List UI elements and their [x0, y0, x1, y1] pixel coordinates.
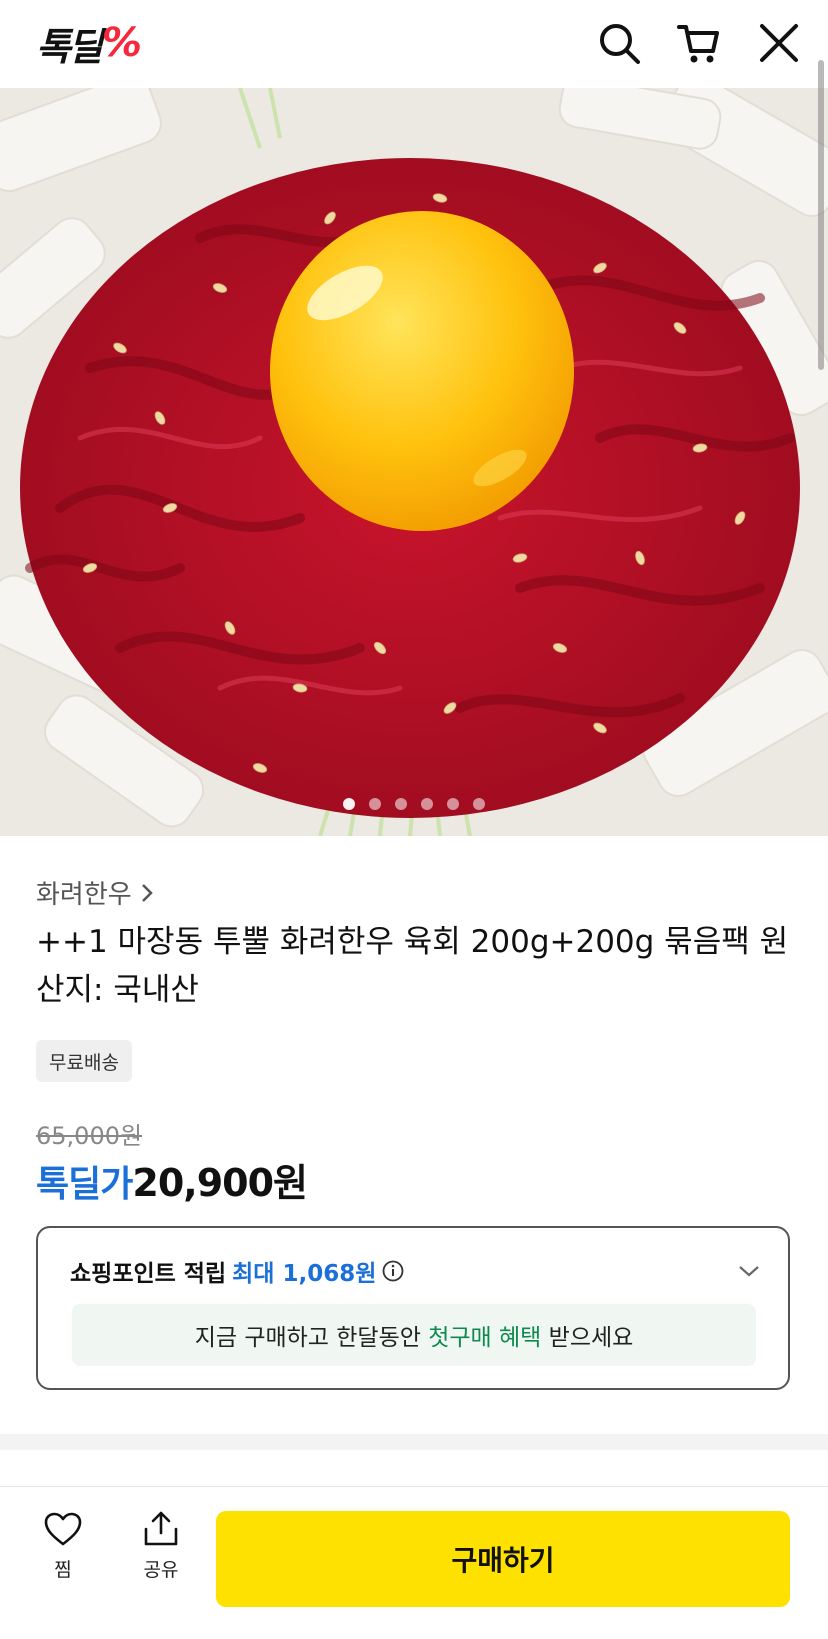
point-max: 최대 1,068원: [232, 1261, 377, 1287]
search-icon[interactable]: [596, 20, 642, 66]
price-row: 톡딜가 20,900원: [36, 1152, 308, 1207]
buy-button[interactable]: 구매하기: [216, 1511, 790, 1607]
carousel-dot[interactable]: [343, 798, 355, 810]
share-label: 공유: [143, 1559, 179, 1581]
carousel-dot[interactable]: [369, 798, 381, 810]
close-icon[interactable]: [756, 20, 802, 66]
sale-price: 20,900원: [132, 1161, 308, 1205]
top-header: 톡딜 %: [0, 0, 828, 88]
first-purchase-banner[interactable]: 지금 구매하고 한달동안 첫구매 혜택 받으세요: [72, 1304, 756, 1366]
chevron-right-icon: [141, 883, 153, 902]
product-image: [0, 88, 828, 836]
logo-mark: %: [101, 20, 142, 66]
free-shipping-badge: 무료배송: [36, 1040, 132, 1082]
product-title: ++1 마장동 투뿔 화려한우 육회 200g+200g 묶음팩 원산지: 국내…: [36, 924, 789, 1008]
carousel-dot[interactable]: [395, 798, 407, 810]
carousel-indicator: [0, 798, 828, 810]
share-button[interactable]: 공유: [126, 1511, 196, 1582]
carousel-dot[interactable]: [447, 798, 459, 810]
price-label: 톡딜가: [36, 1164, 133, 1205]
bottom-action-bar: 찜 공유 구매하기: [0, 1486, 828, 1639]
like-label: 찜: [54, 1559, 72, 1581]
logo-text: 톡딜: [36, 24, 103, 69]
benefit-highlight: 첫구매 혜택: [428, 1325, 542, 1351]
point-summary: 쇼핑포인트 적립 최대 1,068원: [70, 1254, 404, 1288]
brand-link[interactable]: 화려한우: [36, 874, 154, 911]
page-scrollbar[interactable]: [818, 60, 824, 370]
brand-name: 화려한우: [36, 880, 132, 910]
carousel-dot[interactable]: [473, 798, 485, 810]
like-button[interactable]: 찜: [28, 1511, 98, 1582]
cart-icon[interactable]: [676, 20, 722, 66]
product-image-carousel[interactable]: [0, 88, 828, 836]
carousel-dot[interactable]: [421, 798, 433, 810]
original-price: 65,000원: [36, 1122, 143, 1150]
shopping-point-panel[interactable]: 쇼핑포인트 적립 최대 1,068원 지금 구매하고 한달동안 첫구매 혜택 받…: [36, 1226, 790, 1390]
heart-icon: [44, 1512, 82, 1546]
point-label: 쇼핑포인트 적립: [70, 1261, 227, 1287]
logo[interactable]: 톡딜 %: [36, 18, 142, 69]
section-divider: [0, 1434, 828, 1450]
info-icon[interactable]: [382, 1260, 404, 1282]
share-icon: [144, 1511, 178, 1546]
benefit-suffix: 받으세요: [548, 1325, 634, 1351]
benefit-prefix: 지금 구매하고 한달동안: [194, 1325, 421, 1351]
chevron-down-icon[interactable]: [738, 1264, 760, 1278]
